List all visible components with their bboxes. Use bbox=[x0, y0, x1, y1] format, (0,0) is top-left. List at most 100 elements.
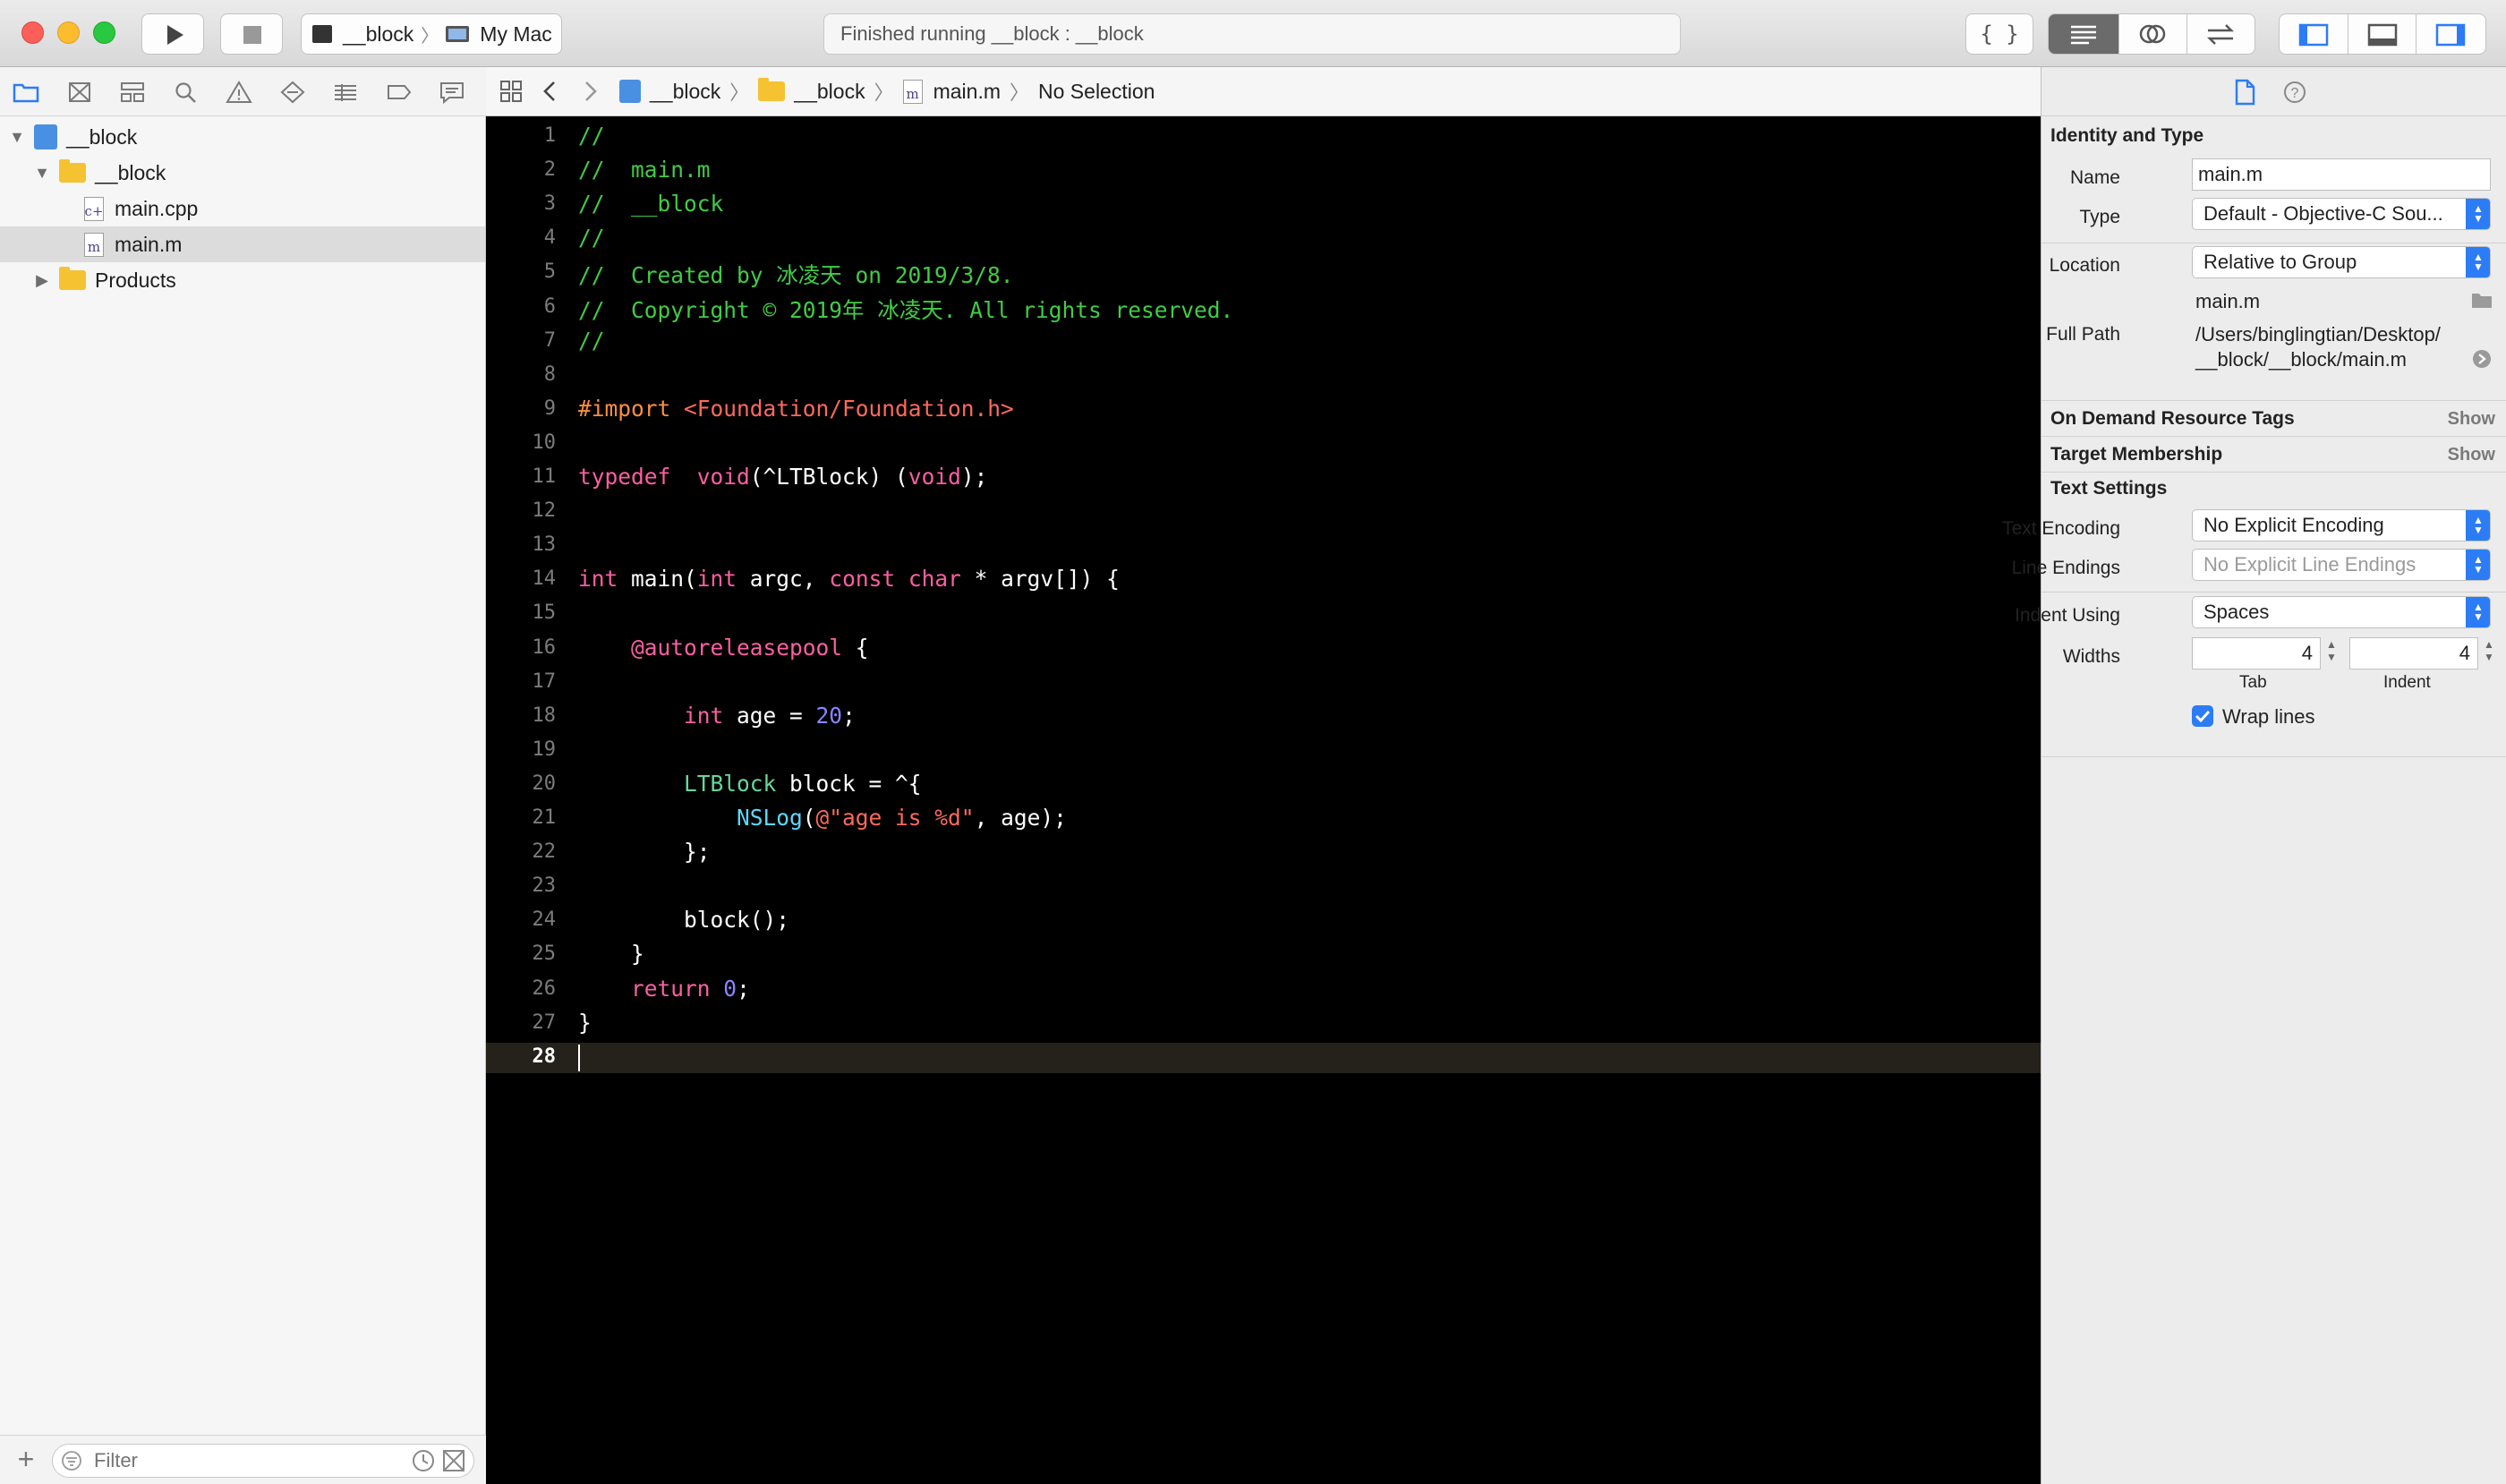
recent-files-icon[interactable] bbox=[411, 1448, 436, 1473]
code-token: void bbox=[696, 464, 750, 490]
code-line[interactable]: } bbox=[578, 1010, 592, 1036]
wrap-lines-checkbox[interactable] bbox=[2192, 705, 2213, 727]
tree-item[interactable]: ▶ Products bbox=[0, 262, 485, 298]
breadcrumb-project[interactable]: __block bbox=[650, 80, 720, 104]
line-number: 21 bbox=[532, 806, 557, 829]
zoom-window-button[interactable] bbox=[93, 21, 115, 44]
version-editor-button[interactable] bbox=[2187, 14, 2255, 54]
source-editor[interactable]: 1 2 3 4 5 6 7 8 9 10 11 12 13 14 15 16 17 18 19 20 21 22 23 24 2… bbox=[486, 116, 2041, 1484]
library-button[interactable]: { } bbox=[1965, 13, 2033, 55]
breadcrumb-symbol[interactable]: No Selection bbox=[1038, 80, 1155, 104]
code-line[interactable]: // bbox=[578, 123, 605, 149]
code-line[interactable]: } bbox=[578, 941, 644, 967]
code-line[interactable]: // bbox=[578, 225, 605, 251]
back-button[interactable] bbox=[537, 78, 564, 105]
line-number: 3 bbox=[543, 192, 556, 216]
tree-item[interactable]: ▼ __block bbox=[0, 119, 485, 155]
current-line-highlight bbox=[486, 1042, 2041, 1073]
tree-item[interactable]: ▼ __block bbox=[0, 155, 485, 191]
code-token: char bbox=[908, 566, 961, 593]
line-endings-value: No Explicit Line Endings bbox=[2203, 553, 2416, 576]
choose-folder-icon[interactable] bbox=[2471, 291, 2493, 309]
disclosure-collapsed-icon[interactable]: ▶ bbox=[32, 271, 52, 290]
indent-width-field[interactable]: 4 bbox=[2349, 637, 2478, 670]
toggle-navigator-button[interactable] bbox=[2280, 14, 2349, 54]
symbol-navigator-icon[interactable] bbox=[119, 79, 146, 106]
divider bbox=[2041, 400, 2506, 401]
folder-icon bbox=[758, 78, 786, 101]
filter-input[interactable] bbox=[92, 1448, 388, 1473]
indent-using-popup[interactable]: Spaces ▲ ▼ bbox=[2192, 596, 2491, 628]
lines-icon bbox=[2071, 25, 2097, 45]
chevron-right-icon bbox=[585, 81, 597, 101]
tree-item[interactable]: c+ main.cpp bbox=[0, 191, 485, 226]
assistant-editor-button[interactable] bbox=[2119, 14, 2187, 54]
code-line[interactable]: int age = 20; bbox=[578, 703, 856, 729]
code-line[interactable]: // __block bbox=[578, 191, 723, 217]
indent-width-stepper[interactable]: ▲ ▼ bbox=[2482, 638, 2496, 669]
breadcrumb-group[interactable]: __block bbox=[794, 80, 865, 104]
scm-status-filter-icon[interactable] bbox=[441, 1448, 466, 1473]
code-line[interactable]: block(); bbox=[578, 907, 789, 933]
line-number: 16 bbox=[532, 635, 557, 659]
odr-tags-header: On Demand Resource Tags bbox=[2050, 408, 2295, 429]
code-line[interactable]: // main.m bbox=[578, 157, 711, 183]
debug-navigator-icon[interactable] bbox=[332, 79, 359, 106]
file-inspector-tab[interactable] bbox=[2231, 78, 2258, 107]
toggle-inspector-button[interactable] bbox=[2416, 14, 2485, 54]
code-line[interactable]: @autoreleasepool { bbox=[578, 635, 869, 661]
tab-width-field[interactable]: 4 bbox=[2192, 637, 2321, 670]
search-icon[interactable] bbox=[173, 79, 200, 106]
filter-field[interactable] bbox=[52, 1444, 474, 1478]
test-diamond-icon[interactable] bbox=[279, 79, 306, 106]
location-popup[interactable]: Relative to Group ▲ ▼ bbox=[2192, 246, 2491, 278]
code-line[interactable]: // Created by 冰凌天 on 2019/3/8. bbox=[578, 259, 1014, 290]
minimize-window-button[interactable] bbox=[57, 21, 80, 44]
type-value: Default - Objective-C Sou... bbox=[2203, 202, 2443, 225]
report-icon[interactable] bbox=[439, 79, 465, 106]
name-field[interactable]: main.m bbox=[2192, 158, 2491, 191]
tree-item-label: __block bbox=[66, 124, 138, 149]
close-window-button[interactable] bbox=[21, 21, 44, 44]
run-button[interactable] bbox=[141, 13, 204, 55]
scheme-target: __block bbox=[343, 21, 414, 46]
related-items-icon[interactable] bbox=[498, 78, 524, 105]
code-line[interactable]: LTBlock block = ^{ bbox=[578, 771, 922, 797]
odr-tags-show-button[interactable]: Show bbox=[2448, 409, 2495, 430]
source-control-icon[interactable] bbox=[66, 79, 93, 106]
scheme-selector[interactable]: __block 〉 My Mac bbox=[301, 13, 562, 55]
code-line[interactable]: #import <Foundation/Foundation.h> bbox=[578, 396, 1014, 422]
reveal-in-finder-icon[interactable] bbox=[2472, 349, 2492, 369]
forward-button[interactable] bbox=[576, 78, 603, 105]
warning-icon[interactable] bbox=[226, 79, 252, 106]
disclosure-expanded-icon[interactable]: ▼ bbox=[32, 164, 52, 183]
text-encoding-popup[interactable]: No Explicit Encoding ▲ ▼ bbox=[2192, 509, 2491, 542]
add-icon[interactable]: + bbox=[13, 1445, 39, 1475]
type-popup[interactable]: Default - Objective-C Sou... ▲ ▼ bbox=[2192, 198, 2491, 230]
document-icon bbox=[2235, 79, 2255, 106]
code-line[interactable]: // Copyright © 2019年 冰凌天. All rights res… bbox=[578, 294, 1233, 325]
code-line[interactable]: return 0; bbox=[578, 976, 750, 1002]
standard-editor-button[interactable] bbox=[2049, 14, 2120, 54]
code-line[interactable]: typedef void(^LTBlock) (void); bbox=[578, 464, 987, 490]
tab-width-stepper[interactable]: ▲ ▼ bbox=[2324, 638, 2339, 669]
disclosure-expanded-icon[interactable]: ▼ bbox=[7, 128, 27, 147]
tree-item[interactable]: m main.m bbox=[0, 226, 485, 262]
stop-button[interactable] bbox=[220, 13, 283, 55]
code-line[interactable]: int main(int argc, const char * argv[]) … bbox=[578, 566, 1120, 592]
code-line[interactable]: // bbox=[578, 328, 605, 354]
indent-using-label: Indent Using bbox=[2015, 605, 2120, 626]
breakpoint-icon[interactable] bbox=[386, 79, 413, 106]
project-icon bbox=[619, 80, 641, 103]
toggle-debug-area-button[interactable] bbox=[2348, 14, 2416, 54]
name-label: Name bbox=[2069, 167, 2120, 188]
quick-help-tab[interactable]: ? bbox=[2281, 79, 2308, 106]
target-membership-show-button[interactable]: Show bbox=[2448, 445, 2495, 465]
code-line[interactable]: }; bbox=[578, 839, 711, 865]
folder-icon[interactable] bbox=[13, 79, 39, 106]
line-endings-popup[interactable]: No Explicit Line Endings ▲ ▼ bbox=[2192, 549, 2491, 581]
status-text: Finished running __block : __block bbox=[840, 22, 1144, 45]
code-line[interactable]: NSLog(@"age is %d", age); bbox=[578, 805, 1067, 831]
breadcrumb-file[interactable]: main.m bbox=[933, 80, 1001, 104]
